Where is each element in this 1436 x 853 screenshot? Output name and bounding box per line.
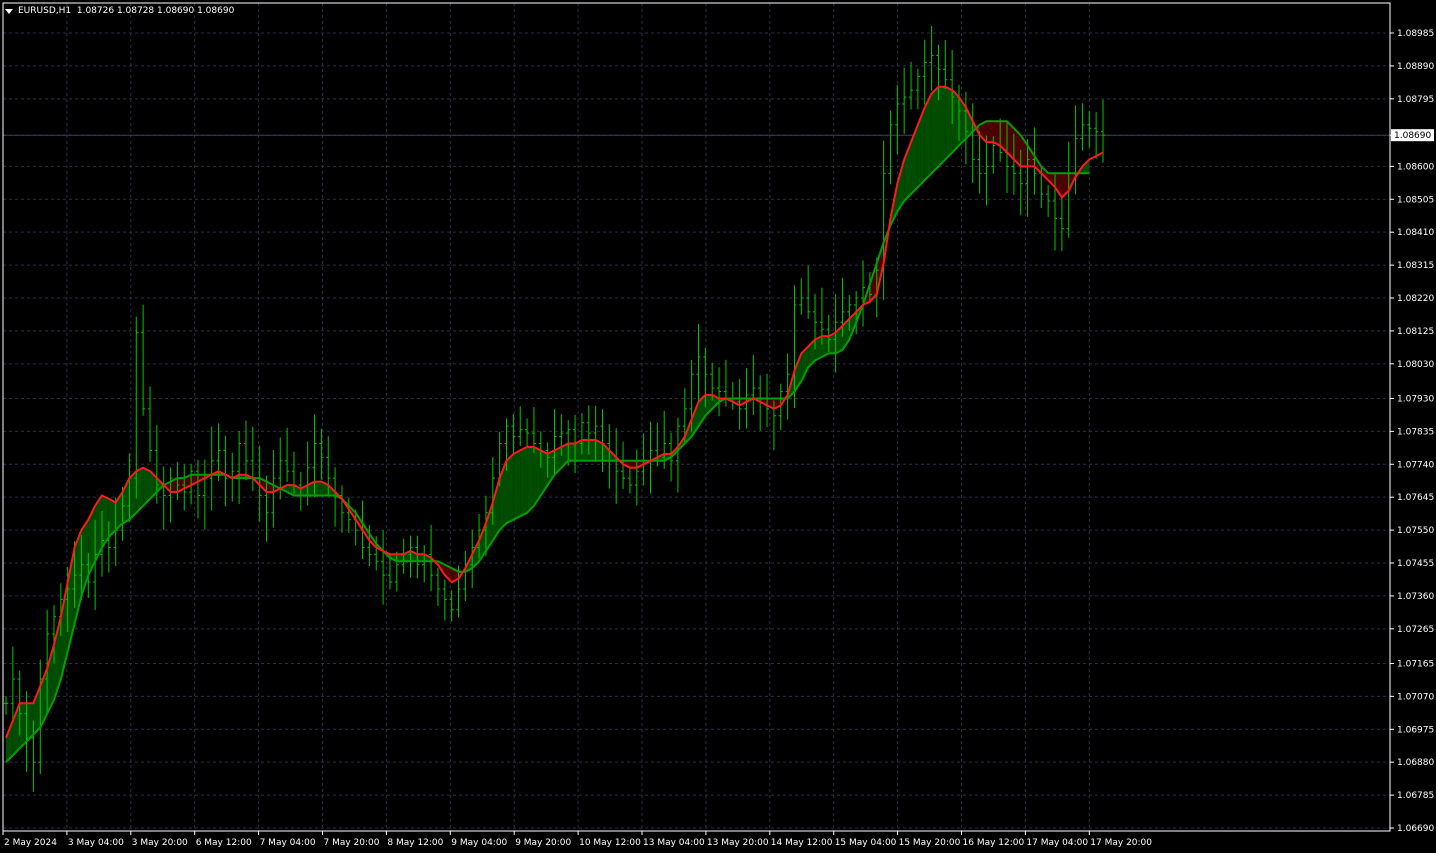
cloud-segment — [931, 86, 939, 174]
x-tick-label: 16 May 12:00 — [963, 838, 1025, 848]
y-tick-label: 1.06975 — [1397, 725, 1434, 735]
x-tick-label: 17 May 04:00 — [1026, 838, 1088, 848]
y-tick-label: 1.08890 — [1397, 62, 1434, 72]
y-tick-label: 1.06785 — [1397, 791, 1434, 801]
cloud-segment — [417, 554, 425, 562]
y-tick-label: 1.08315 — [1397, 261, 1434, 271]
chart-header: EURUSD,H1 1.08726 1.08728 1.08690 1.0869… — [5, 4, 234, 18]
y-tick-label: 1.07550 — [1397, 526, 1434, 536]
x-tick-label: 2 May 2024 — [4, 838, 57, 848]
x-tick-label: 10 May 12:00 — [579, 838, 641, 848]
chevron-down-icon[interactable] — [5, 8, 13, 14]
x-tick-label: 17 May 20:00 — [1090, 838, 1152, 848]
cloud-segment — [520, 446, 528, 517]
price-chart[interactable]: 1.08985 1.08890 1.08795 1.08690 1.08600 1.085… — [0, 0, 1436, 853]
x-tick-label: 13 May 20:00 — [707, 838, 769, 848]
x-tick-label: 7 May 04:00 — [260, 838, 316, 848]
x-tick-label: 14 May 12:00 — [771, 838, 833, 848]
cloud-segment — [629, 460, 637, 468]
cloud-segment — [396, 554, 404, 562]
y-tick-label: 1.07360 — [1397, 592, 1434, 602]
y-tick-label: 1.08795 — [1397, 95, 1434, 105]
symbol-label: EURUSD,H1 — [18, 6, 72, 16]
cloud-segment — [506, 453, 514, 524]
y-tick-label: 1.08410 — [1397, 228, 1434, 238]
y-tick-label: 1.08600 — [1397, 162, 1434, 172]
y-tick-label: 1.08030 — [1397, 360, 1434, 370]
x-tick-label: 9 May 20:00 — [515, 838, 571, 848]
y-tick-label: 1.07455 — [1397, 559, 1434, 569]
cloud-segment — [581, 440, 589, 461]
x-tick-label: 9 May 04:00 — [451, 838, 507, 848]
x-tick-label: 8 May 12:00 — [387, 838, 443, 848]
x-tick-label: 3 May 20:00 — [132, 838, 188, 848]
y-tick-label: 1.08505 — [1397, 195, 1434, 205]
cloud-segment — [938, 86, 946, 167]
cloud-segment — [952, 90, 960, 153]
x-tick-label: 15 May 04:00 — [835, 838, 897, 848]
cloud-segment — [527, 446, 534, 513]
y-tick-label: 1.06690 — [1397, 824, 1434, 834]
y-tick-label: 1.07165 — [1397, 659, 1434, 669]
x-tick-label: 7 May 20:00 — [324, 838, 380, 848]
y-tick-label: 1.08125 — [1397, 327, 1434, 337]
x-tick-label: 6 May 12:00 — [196, 838, 252, 848]
y-tick-label: 1.07930 — [1397, 394, 1434, 404]
ohlc-values: 1.08726 1.08728 1.08690 1.08690 — [76, 6, 235, 16]
y-tick-label: 1.08220 — [1397, 294, 1434, 304]
cloud-segment — [945, 86, 953, 160]
current-price-label: 1.08690 — [1394, 131, 1431, 141]
x-tick-label: 15 May 20:00 — [899, 838, 961, 848]
y-tick-label: 1.06880 — [1397, 758, 1434, 768]
y-tick-label: 1.07645 — [1397, 493, 1434, 503]
cloud-segment — [917, 107, 925, 188]
cloud-segment — [588, 440, 596, 461]
cloud-segment — [513, 450, 521, 520]
cloud-segment — [986, 121, 994, 143]
y-tick-label: 1.07835 — [1397, 427, 1434, 437]
x-tick-label: 13 May 04:00 — [643, 838, 705, 848]
cloud-segment — [568, 443, 576, 461]
y-tick-label: 1.08985 — [1397, 29, 1434, 39]
slow-line — [5, 120, 1090, 763]
y-tick-label: 1.07265 — [1397, 625, 1434, 635]
chart-axes: 1.08985 1.08890 1.08795 1.08690 1.08600 1.085… — [2, 2, 1434, 848]
cloud-segment — [314, 481, 322, 496]
x-tick-label: 3 May 04:00 — [68, 838, 124, 848]
y-tick-label: 1.07070 — [1397, 692, 1434, 702]
y-tick-label: 1.07740 — [1397, 460, 1434, 470]
